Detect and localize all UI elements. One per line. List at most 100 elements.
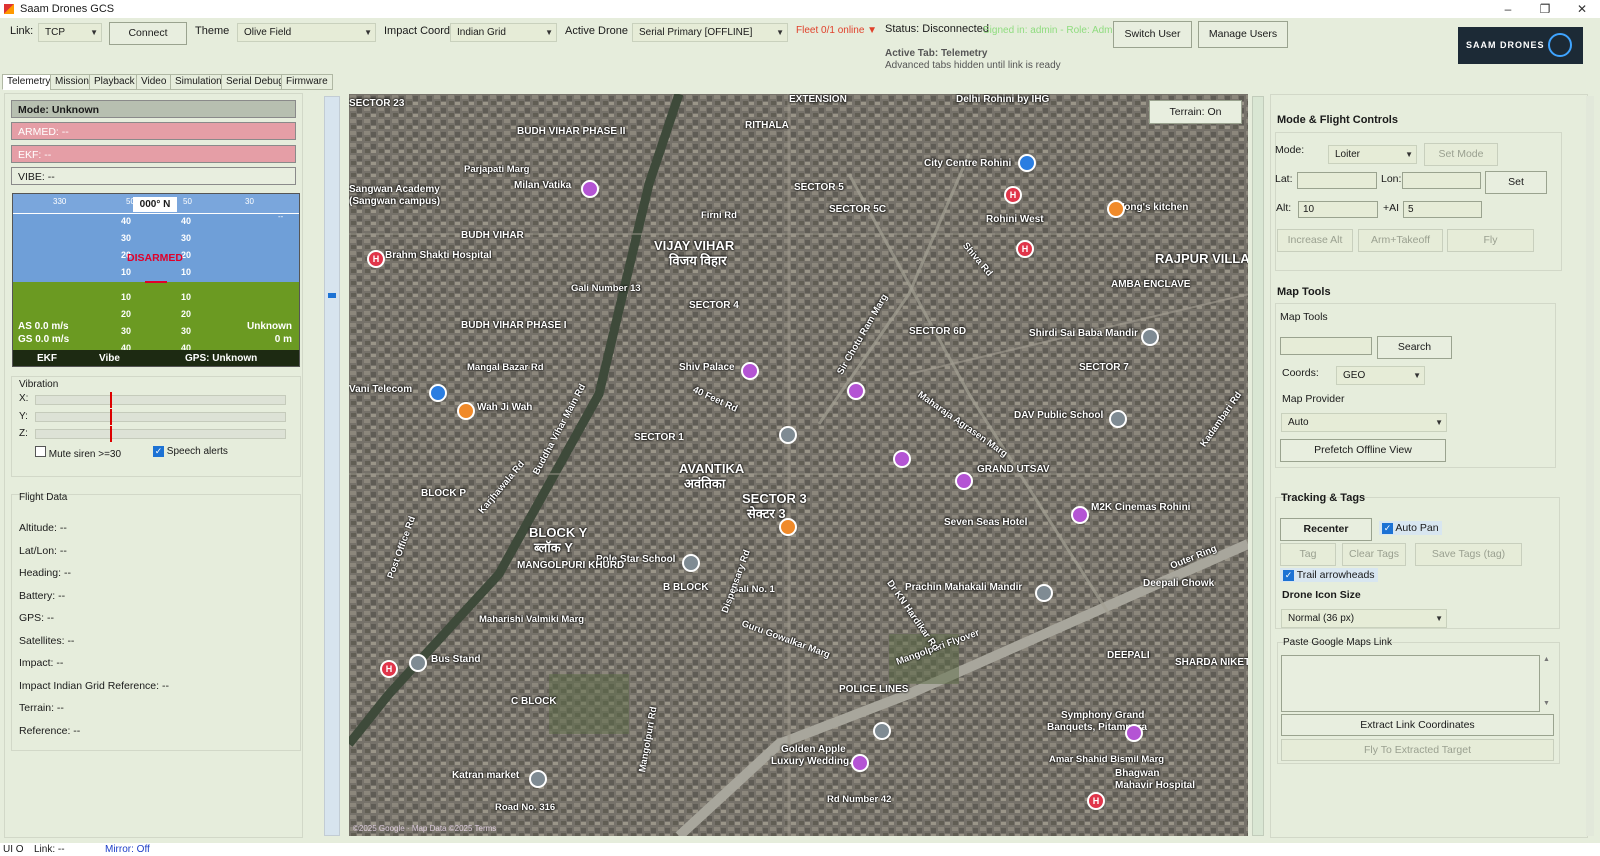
arm-takeoff-button[interactable]: Arm+Takeoff (1358, 229, 1443, 252)
school-marker-icon[interactable] (873, 722, 891, 740)
tab-video[interactable]: Video (136, 74, 172, 90)
link-select[interactable]: TCP ▼ (38, 23, 102, 42)
temple-marker-icon[interactable] (1141, 328, 1159, 346)
maximize-icon[interactable]: ❐ (1527, 0, 1563, 18)
auto-pan-checkbox[interactable]: ✓ Auto Pan (1379, 521, 1442, 535)
mode-select[interactable]: Loiter ▼ (1328, 145, 1417, 164)
paste-link-textarea[interactable] (1281, 655, 1540, 712)
right-panel-scrollbar[interactable] (1586, 96, 1594, 836)
map-label: AMBA ENCLAVE (1111, 279, 1191, 290)
trail-arrowheads-checkbox[interactable]: ✓ Trail arrowheads (1280, 568, 1378, 582)
school-marker-icon[interactable] (1109, 410, 1127, 428)
fly-to-target-button[interactable]: Fly To Extracted Target (1281, 739, 1554, 761)
tab-telemetry[interactable]: Telemetry (2, 74, 56, 90)
hud-altitude-readout: 0 m (274, 334, 292, 345)
hospital-marker-icon[interactable]: H (1087, 792, 1105, 810)
search-button[interactable]: Search (1377, 336, 1452, 359)
map-search-input[interactable] (1280, 337, 1372, 355)
lon-input[interactable] (1402, 172, 1481, 189)
chevron-down-icon: ▼ (1413, 371, 1421, 380)
terrain-toggle-button[interactable]: Terrain: On (1149, 100, 1242, 124)
recenter-button[interactable]: Recenter (1280, 518, 1372, 541)
hotel-marker-icon[interactable] (741, 362, 759, 380)
increase-alt-button[interactable]: Increase Alt (1277, 229, 1353, 252)
ai-input[interactable]: 5 (1403, 201, 1482, 218)
restaurant-marker-icon[interactable] (1107, 200, 1125, 218)
tab-playback[interactable]: Playback (89, 74, 140, 90)
map-label: Luxury Wedding... (771, 756, 858, 767)
save-tags-button[interactable]: Save Tags (tag) (1415, 543, 1522, 566)
school-marker-icon[interactable] (779, 426, 797, 444)
lat-lon-readout: Lat/Lon: -- (19, 545, 67, 557)
tab-mission[interactable]: Mission (50, 74, 94, 90)
map-label: M2K Cinemas Rohini (1091, 502, 1191, 513)
hospital-marker-icon[interactable]: H (380, 660, 398, 678)
speech-alerts-checkbox[interactable]: ✓ Speech alerts (153, 446, 228, 457)
hospital-marker-icon[interactable]: H (367, 250, 385, 268)
map-view[interactable]: VIJAY VIHAR विजय विहार AVANTIKA अवंतिका … (349, 94, 1248, 836)
map-label: Katran market (452, 770, 520, 781)
coords-select[interactable]: GEO ▼ (1336, 366, 1425, 385)
satellites-readout: Satellites: -- (19, 635, 75, 647)
hotel-marker-icon[interactable] (1125, 724, 1143, 742)
prefetch-offline-button[interactable]: Prefetch Offline View (1280, 439, 1446, 462)
hud-mode-readout: Unknown (247, 321, 292, 332)
map-label: Bus Stand (431, 654, 481, 665)
extract-link-button[interactable]: Extract Link Coordinates (1281, 714, 1554, 736)
tab-simulation[interactable]: Simulation (170, 74, 227, 90)
hotel-marker-icon[interactable] (893, 450, 911, 468)
altitude-readout: Altitude: -- (19, 522, 67, 534)
alt-input[interactable]: 10 (1298, 201, 1378, 218)
set-target-button[interactable]: Set (1485, 171, 1547, 194)
map-label: SECTOR 1 (634, 432, 684, 443)
fleet-status[interactable]: Fleet 0/1 online ▼ (796, 25, 877, 36)
hospital-marker-icon[interactable]: H (1016, 240, 1034, 258)
scroll-up-icon[interactable]: ▲ (1543, 656, 1550, 663)
clear-tags-button[interactable]: Clear Tags (1342, 543, 1406, 566)
panel-splitter[interactable] (1252, 96, 1264, 836)
map-label: Bhagwan (1115, 768, 1160, 779)
restaurant-marker-icon[interactable] (457, 402, 475, 420)
fly-button[interactable]: Fly (1447, 229, 1534, 252)
restaurant-marker-icon[interactable] (779, 518, 797, 536)
lat-input[interactable] (1297, 172, 1377, 189)
slider-thumb[interactable] (328, 293, 336, 298)
switch-user-button[interactable]: Switch User (1113, 21, 1192, 48)
icon-size-select[interactable]: Normal (36 px) ▼ (1281, 609, 1447, 628)
connection-status: Status: Disconnected (885, 23, 989, 35)
temple-marker-icon[interactable] (1035, 584, 1053, 602)
shop-marker-icon[interactable] (429, 384, 447, 402)
altitude-slider[interactable] (324, 96, 340, 836)
set-mode-button[interactable]: Set Mode (1424, 143, 1498, 166)
vibe-status: VIBE: -- (11, 167, 296, 185)
ekf-status: EKF: -- (11, 145, 296, 163)
school-marker-icon[interactable] (682, 554, 700, 572)
hotel-marker-icon[interactable] (851, 754, 869, 772)
manage-users-button[interactable]: Manage Users (1198, 21, 1288, 48)
title-bar: Saam Drones GCS – ❐ ✕ (0, 0, 1600, 18)
minimize-icon[interactable]: – (1490, 0, 1526, 18)
impact-grid-readout: Impact Indian Grid Reference: -- (19, 680, 169, 692)
map-provider-label: Map Provider (1282, 393, 1345, 405)
tab-firmware[interactable]: Firmware (281, 74, 333, 90)
mute-siren-checkbox[interactable]: Mute siren >=30 (35, 446, 121, 460)
hospital-marker-icon[interactable]: H (1004, 186, 1022, 204)
active-drone-select[interactable]: Serial Primary [OFFLINE] ▼ (632, 23, 788, 42)
tag-button[interactable]: Tag (1280, 543, 1336, 566)
impact-coord-select[interactable]: Indian Grid ▼ (450, 23, 557, 42)
hotel-marker-icon[interactable] (581, 180, 599, 198)
hotel-marker-icon[interactable] (847, 382, 865, 400)
connect-button[interactable]: Connect (109, 22, 187, 45)
hotel-marker-icon[interactable] (1071, 506, 1089, 524)
shop-marker-icon[interactable] (1018, 154, 1036, 172)
bus-stop-marker-icon[interactable] (409, 654, 427, 672)
map-provider-select[interactable]: Auto ▼ (1281, 413, 1447, 432)
lon-label: Lon: (1381, 173, 1402, 185)
tab-serial-debug[interactable]: Serial Debug (221, 74, 289, 90)
theme-select[interactable]: Olive Field ▼ (237, 23, 376, 42)
scroll-down-icon[interactable]: ▼ (1543, 700, 1550, 707)
market-marker-icon[interactable] (529, 770, 547, 788)
mode-status: Mode: Unknown (11, 100, 296, 118)
close-icon[interactable]: ✕ (1564, 0, 1600, 18)
hotel-marker-icon[interactable] (955, 472, 973, 490)
